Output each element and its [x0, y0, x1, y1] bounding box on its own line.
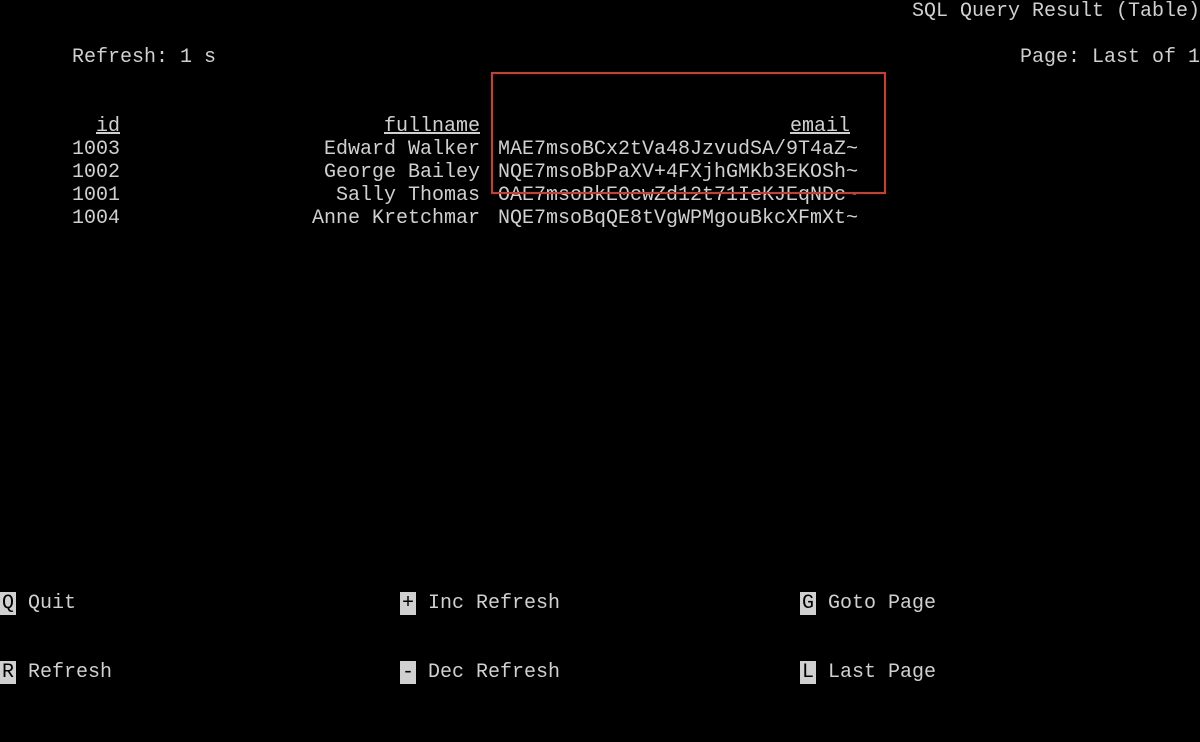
result-table: id fullname email 1003 Edward Walker MAE…	[0, 115, 1200, 230]
refresh-key[interactable]: R	[0, 661, 16, 684]
goto-page-key[interactable]: G	[800, 592, 816, 615]
cell-fullname: Sally Thomas	[132, 184, 492, 207]
goto-page-label: Goto Page	[828, 592, 936, 615]
dec-refresh-key[interactable]: -	[400, 661, 416, 684]
quit-label: Quit	[28, 592, 76, 615]
cell-id: 1002	[0, 161, 132, 184]
table-row: 1002 George Bailey NQE7msoBbPaXV+4FXjhGM…	[0, 161, 1200, 184]
cell-email: NQE7msoBbPaXV+4FXjhGMKb3EKOSh~	[492, 161, 862, 184]
last-page-label: Last Page	[828, 661, 936, 684]
refresh-label: Refresh	[28, 661, 112, 684]
table-row: 1001 Sally Thomas OAE7msoBkE0cwZd12t71Ie…	[0, 184, 1200, 207]
column-header-email: email	[492, 115, 862, 138]
footer-shortcuts: Q Quit + Inc Refresh G Goto Page R Refre…	[0, 546, 1200, 730]
cell-email: OAE7msoBkE0cwZd12t71IeKJEqNDc~	[492, 184, 862, 207]
page-label: Page:	[1020, 46, 1080, 69]
cell-fullname: Edward Walker	[132, 138, 492, 161]
inc-refresh-key[interactable]: +	[400, 592, 416, 615]
window-title: SQL Query Result (Table)	[912, 0, 1200, 23]
column-header-fullname: fullname	[132, 115, 492, 138]
refresh-value: 1 s	[180, 46, 216, 69]
page-value: Last of 1	[1092, 46, 1200, 69]
cell-id: 1001	[0, 184, 132, 207]
table-row: 1003 Edward Walker MAE7msoBCx2tVa48Jzvud…	[0, 138, 1200, 161]
quit-key[interactable]: Q	[0, 592, 16, 615]
cell-fullname: George Bailey	[132, 161, 492, 184]
dec-refresh-label: Dec Refresh	[428, 661, 560, 684]
table-row: 1004 Anne Kretchmar NQE7msoBqQE8tVgWPMgo…	[0, 207, 1200, 230]
cell-id: 1003	[0, 138, 132, 161]
inc-refresh-label: Inc Refresh	[428, 592, 560, 615]
cell-email: NQE7msoBqQE8tVgWPMgouBkcXFmXt~	[492, 207, 862, 230]
refresh-label: Refresh:	[72, 46, 168, 69]
cell-id: 1004	[0, 207, 132, 230]
last-page-key[interactable]: L	[800, 661, 816, 684]
cell-email: MAE7msoBCx2tVa48JzvudSA/9T4aZ~	[492, 138, 862, 161]
cell-fullname: Anne Kretchmar	[132, 207, 492, 230]
column-header-id: id	[0, 115, 132, 138]
